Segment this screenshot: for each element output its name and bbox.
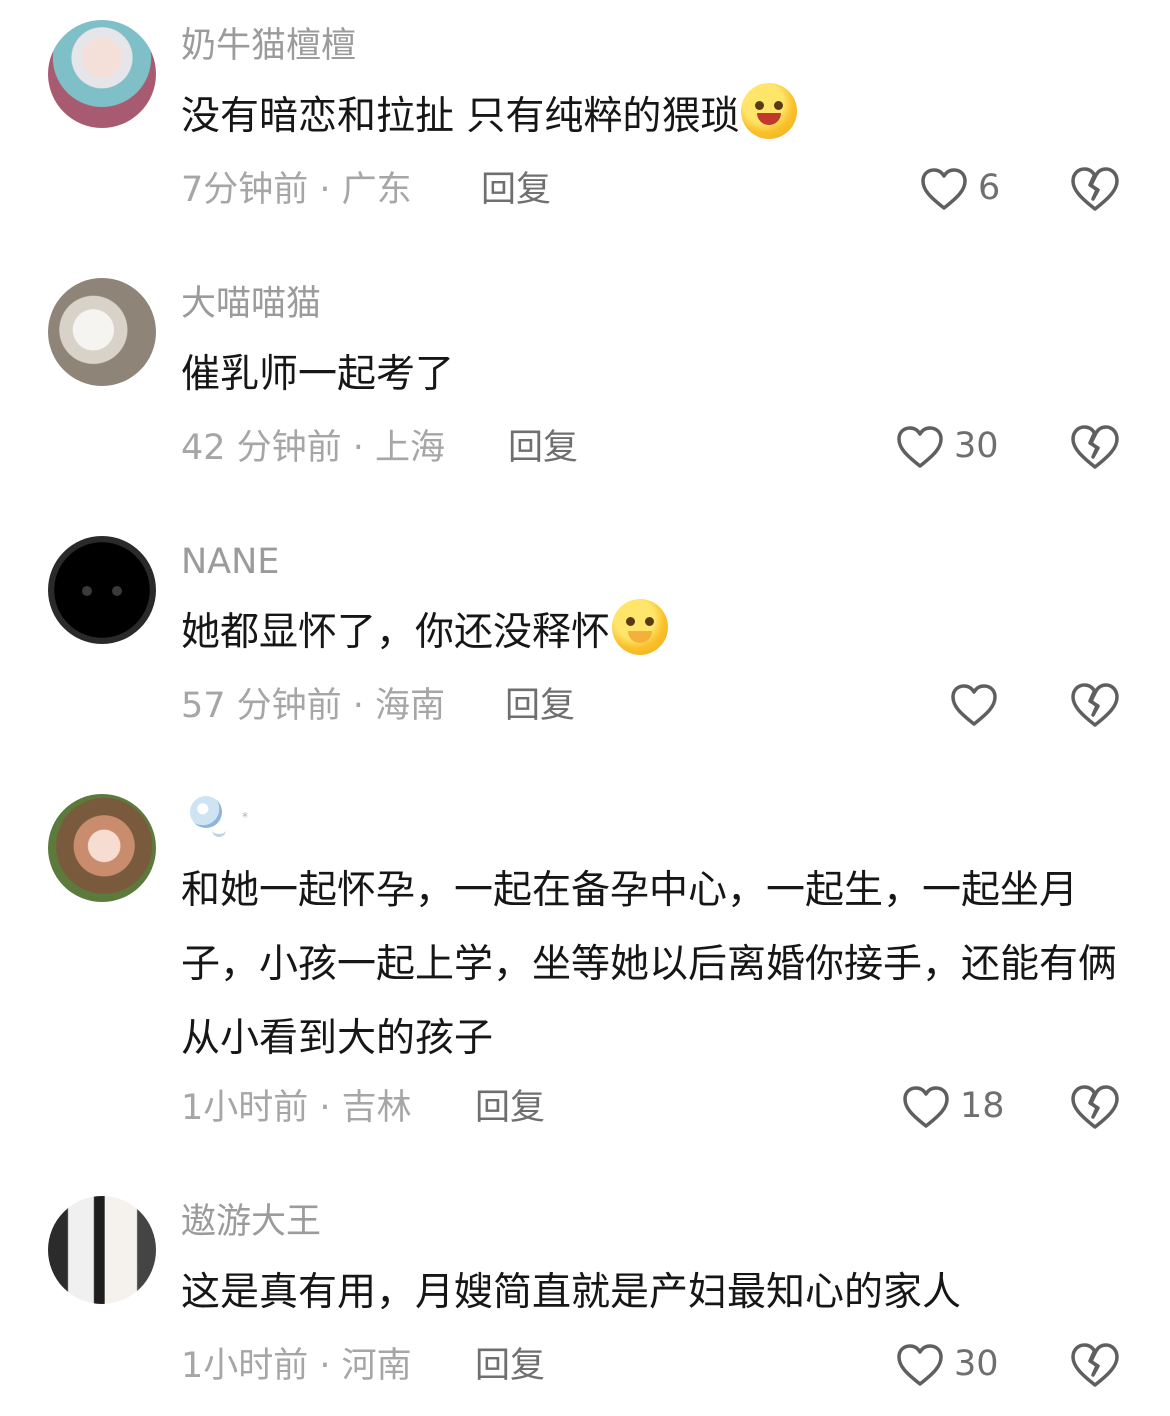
comment-time-location: 7分钟前 · 广东 <box>181 170 412 210</box>
user-avatar[interactable] <box>48 278 156 386</box>
comment-text-content: 这是真有用，月嫂简直就是产妇最知心的家人 <box>181 1270 962 1315</box>
like-button[interactable]: 30 <box>896 423 1026 473</box>
comment-text-content: 她都显怀了，你还没释怀 <box>181 610 611 655</box>
comment-item: NANE 她都显怀了，你还没释怀 57 分钟前 · 海南 回复 <box>0 516 1170 766</box>
username[interactable]: 遨游大王 <box>181 1200 321 1244</box>
reply-button[interactable]: 回复 <box>475 1344 545 1388</box>
like-count: 30 <box>954 426 999 466</box>
user-avatar[interactable] <box>48 536 156 644</box>
avatar-eyes <box>82 586 122 596</box>
reply-button[interactable]: 回复 <box>481 168 551 212</box>
broken-heart-icon[interactable] <box>1070 682 1120 728</box>
comment-item: 奶牛猫檀檀 没有暗恋和拉扯 只有纯粹的猥琐 7分钟前 · 广东 回复 6 <box>0 0 1170 250</box>
user-avatar[interactable] <box>48 20 156 128</box>
like-count: 30 <box>954 1344 999 1384</box>
comment-time-location: 1小时前 · 河南 <box>181 1346 412 1386</box>
like-button[interactable]: 18 <box>902 1083 1032 1133</box>
bubble-tail <box>212 824 226 837</box>
like-button[interactable]: 6 <box>920 165 1050 215</box>
user-avatar[interactable] <box>48 1196 156 1304</box>
comment-text-content: 没有暗恋和拉扯 只有纯粹的猥琐 <box>181 94 740 139</box>
comment-time-location: 57 分钟前 · 海南 <box>181 686 446 726</box>
comment-item: * 和她一起怀孕，一起在备孕中心，一起生，一起坐月子，小孩一起上学，坐等她以后离… <box>0 774 1170 1174</box>
username-decoration[interactable]: * <box>190 796 250 846</box>
heart-outline-icon <box>897 426 943 468</box>
comment-item: 遨游大王 这是真有用，月嫂简直就是产妇最知心的家人 1小时前 · 河南 回复 3… <box>0 1176 1170 1416</box>
comment-time-location: 1小时前 · 吉林 <box>181 1088 412 1128</box>
reply-button[interactable]: 回复 <box>475 1086 545 1130</box>
like-count: 18 <box>960 1086 1005 1126</box>
reply-button[interactable]: 回复 <box>505 684 575 728</box>
rolling-laughing-emoji <box>741 83 798 139</box>
user-avatar[interactable] <box>48 794 156 902</box>
comment-text-content: 和她一起怀孕，一起在备孕中心，一起生，一起坐月子，小孩一起上学，坐等她以后离婚你… <box>181 868 1118 1061</box>
heart-outline-icon <box>951 684 997 726</box>
username[interactable]: NANE <box>181 540 279 584</box>
broken-heart-icon[interactable] <box>1070 424 1120 470</box>
like-button[interactable] <box>950 681 1080 731</box>
comment-text: 她都显怀了，你还没释怀 <box>181 596 1121 670</box>
comment-text: 和她一起怀孕，一起在备孕中心，一起生，一起坐月子，小孩一起上学，坐等她以后离婚你… <box>181 854 1121 1076</box>
broken-heart-icon[interactable] <box>1070 1342 1120 1388</box>
teary-covering-mouth-emoji <box>612 599 669 655</box>
comment-item: 大喵喵猫 催乳师一起考了 42 分钟前 · 上海 回复 30 <box>0 258 1170 508</box>
comment-text: 催乳师一起考了 <box>181 338 1121 412</box>
broken-heart-icon[interactable] <box>1070 166 1120 212</box>
reply-button[interactable]: 回复 <box>508 426 578 470</box>
heart-outline-icon <box>903 1086 949 1128</box>
heart-outline-icon <box>897 1344 943 1386</box>
broken-heart-icon[interactable] <box>1070 1084 1120 1130</box>
username: * <box>242 810 248 824</box>
username[interactable]: 奶牛猫檀檀 <box>181 24 356 68</box>
comment-text: 这是真有用，月嫂简直就是产妇最知心的家人 <box>181 1256 1121 1330</box>
comment-time-location: 42 分钟前 · 上海 <box>181 428 446 468</box>
like-button[interactable]: 30 <box>896 1341 1026 1391</box>
like-count: 6 <box>978 168 1001 208</box>
comment-text: 没有暗恋和拉扯 只有纯粹的猥琐 <box>181 80 1121 154</box>
comment-text-content: 催乳师一起考了 <box>181 352 455 397</box>
username[interactable]: 大喵喵猫 <box>181 282 321 326</box>
heart-outline-icon <box>921 168 967 210</box>
